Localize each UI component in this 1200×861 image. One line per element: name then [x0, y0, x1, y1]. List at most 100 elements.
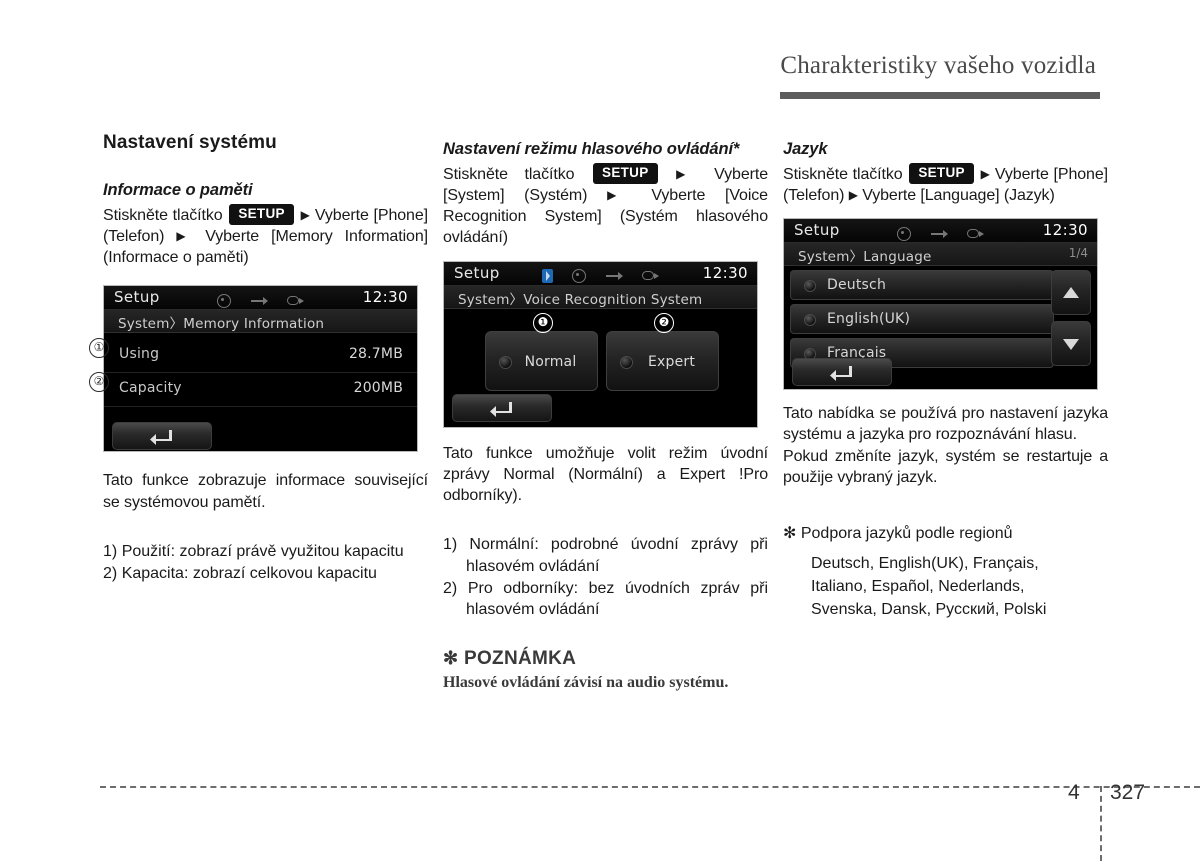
- subsection-title-voice-mode: Nastavení režimu hlasového ovládání*: [443, 140, 740, 158]
- section-title-system-settings: Nastavení systému: [103, 132, 277, 153]
- usb-icon: [930, 229, 948, 239]
- memory-info-description: Tato funkce zobrazuje informace souvisej…: [103, 472, 428, 511]
- language-description-1: Tato nabídka se používá pro nastavení ja…: [783, 405, 1108, 444]
- list-item: 2) Pro odborníky: bez úvodních zpráv při…: [443, 578, 768, 621]
- device-back-bar: [444, 390, 757, 427]
- language-option-label: Deutsch: [827, 277, 887, 294]
- aux-icon: [641, 271, 659, 281]
- device-screen-voice-recognition: Setup 12:30 System〉Voice Recognition Sys…: [443, 260, 758, 428]
- region-support-title-row: ✻ Podpora jazyků podle regionů: [783, 523, 1108, 543]
- language-path: Stiskněte tlačítko SETUP ▶ Vyberte [Phon…: [783, 162, 1108, 207]
- arrow-icon: ▶: [607, 187, 632, 202]
- usb-icon: [605, 271, 623, 281]
- back-arrow-icon: [150, 430, 172, 446]
- device-topbar: Setup 12:30: [444, 261, 757, 286]
- breadcrumb-text: System〉Memory Information: [118, 316, 325, 333]
- region-support-title: Podpora jazyků podle regionů: [800, 525, 1013, 543]
- page-header: Charakteristiky vašeho vozidla: [100, 52, 1100, 99]
- device-body: Using 28.7MB Capacity 200MB: [104, 339, 417, 452]
- path-pre-label: Stiskněte tlačítko: [783, 165, 903, 183]
- subsection-title-memory-info: Informace o paměti: [103, 181, 253, 199]
- note-body: Hlasové ovládání závisí na audio systému…: [443, 673, 729, 691]
- aux-icon: [966, 228, 984, 239]
- disc-icon: [572, 269, 587, 284]
- setup-button-chip: SETUP: [593, 162, 658, 184]
- list-item: 2) Kapacita: zobrazí celkovou kapacitu: [103, 563, 428, 584]
- device-screen-memory-information: Setup 12:30 System〉Memory Information Us…: [103, 285, 418, 453]
- language-option-label: English(UK): [827, 311, 911, 328]
- list-item-text: Kapacita: zobrazí celkovou kapacitu: [121, 565, 377, 583]
- device-screenshot-2-wrapper: Setup 12:30 System〉Voice Recognition Sys…: [443, 260, 768, 428]
- memory-row-using: Using 28.7MB: [104, 339, 417, 374]
- voice-mode-button-label: Normal: [524, 353, 577, 370]
- footer-vertical-rule: [1100, 786, 1102, 861]
- device-clock: 12:30: [1042, 221, 1088, 240]
- subsection-title-language: Jazyk: [783, 140, 828, 158]
- note-title: POZNÁMKA: [463, 647, 577, 669]
- back-arrow-icon: [830, 366, 852, 382]
- note-block: ✻ POZNÁMKA Hlasové ovládání závisí na au…: [443, 648, 768, 694]
- device-back-button[interactable]: [792, 358, 892, 387]
- triangle-up-icon: [1063, 287, 1079, 299]
- arrow-icon: ▶: [300, 207, 311, 222]
- device-breadcrumb: System〉Memory Information: [104, 310, 417, 334]
- path-end-label: Vyberte [Language] (Jazyk): [862, 186, 1055, 204]
- list-item-number: 2): [443, 580, 458, 598]
- bluetooth-icon: [542, 269, 554, 284]
- footer-rule: [100, 786, 1200, 788]
- callout-number-1: ❶: [533, 312, 553, 333]
- path-pre-label: Stiskněte tlačítko: [103, 206, 223, 224]
- note-title-row: ✻ POZNÁMKA: [443, 648, 768, 670]
- device-back-bar: [784, 354, 1097, 389]
- asterisk-icon: ✻: [783, 525, 797, 543]
- voice-mode-list: 1) Normální: podrobné úvodní zprávy při …: [443, 534, 768, 620]
- memory-row-capacity: Capacity 200MB: [104, 373, 417, 408]
- radio-icon: [804, 314, 816, 327]
- voice-mode-button-normal[interactable]: Normal: [485, 330, 598, 391]
- arrow-icon: ▶: [980, 166, 991, 181]
- device-screenshot-1-wrapper: Setup 12:30 System〉Memory Information Us…: [89, 285, 428, 453]
- path-pre-label: Stiskněte tlačítko: [443, 165, 575, 183]
- scroll-up-button[interactable]: [1051, 270, 1091, 316]
- setup-button-chip: SETUP: [909, 162, 974, 184]
- arrow-icon: ▶: [176, 228, 194, 243]
- header-rule: [100, 92, 1100, 99]
- radio-icon: [804, 280, 816, 293]
- memory-row-value: 200MB: [353, 380, 403, 397]
- device-title: Setup: [454, 263, 500, 282]
- list-item: 1) Použití: zobrazí právě využitou kapac…: [103, 541, 428, 562]
- voice-mode-button-expert[interactable]: Expert: [606, 330, 719, 391]
- back-arrow-icon: [490, 401, 512, 417]
- device-back-button[interactable]: [112, 422, 212, 451]
- device-clock: 12:30: [362, 288, 408, 307]
- column-voice-recognition: Nastavení režimu hlasového ovládání* Sti…: [443, 132, 768, 693]
- device-topbar: Setup 12:30: [784, 219, 1097, 244]
- list-item-number: 1): [443, 536, 458, 554]
- memory-info-list: 1) Použití: zobrazí právě využitou kapac…: [103, 541, 428, 585]
- list-item-text: Pro odborníky: bez úvodních zpráv při hl…: [466, 580, 768, 619]
- device-body: Normal Expert: [444, 308, 757, 427]
- memory-row-label: Using: [119, 346, 160, 363]
- arrow-icon: ▶: [676, 166, 698, 181]
- region-language-line: Deutsch, English(UK), Français,: [811, 555, 1039, 573]
- language-option-deutsch[interactable]: Deutsch: [790, 270, 1054, 301]
- device-back-button[interactable]: [452, 393, 552, 422]
- device-clock: 12:30: [702, 263, 748, 282]
- region-language-line: Svenska, Dansk, Русский, Polski: [811, 600, 1047, 618]
- list-item-text: Normální: podrobné úvodní zprávy při hla…: [466, 536, 768, 575]
- voice-mode-path: Stiskněte tlačítko SETUP ▶ Vyberte [Syst…: [443, 162, 768, 249]
- memory-row-label: Capacity: [119, 380, 182, 397]
- device-screenshot-3-wrapper: Setup 12:30 System〉Language 1/4 Deutsch: [783, 218, 1108, 391]
- page-title: Charakteristiky vašeho vozidla: [780, 52, 1096, 79]
- list-item-text: Použití: zobrazí právě využitou kapacitu: [121, 542, 404, 560]
- region-language-line: Italiano, Español, Nederlands,: [811, 578, 1025, 596]
- device-breadcrumb: System〉Language 1/4: [784, 243, 1097, 267]
- language-description-2: Pokud změníte jazyk, systém se restartuj…: [783, 447, 1108, 486]
- list-item-number: 1): [103, 542, 118, 560]
- language-option-english-uk[interactable]: English(UK): [790, 304, 1054, 335]
- device-topbar: Setup 12:30: [104, 286, 417, 311]
- breadcrumb-page-indicator: 1/4: [1068, 246, 1088, 261]
- triangle-down-icon: [1063, 339, 1079, 351]
- device-title: Setup: [794, 221, 840, 240]
- device-breadcrumb: System〉Voice Recognition System: [444, 285, 757, 309]
